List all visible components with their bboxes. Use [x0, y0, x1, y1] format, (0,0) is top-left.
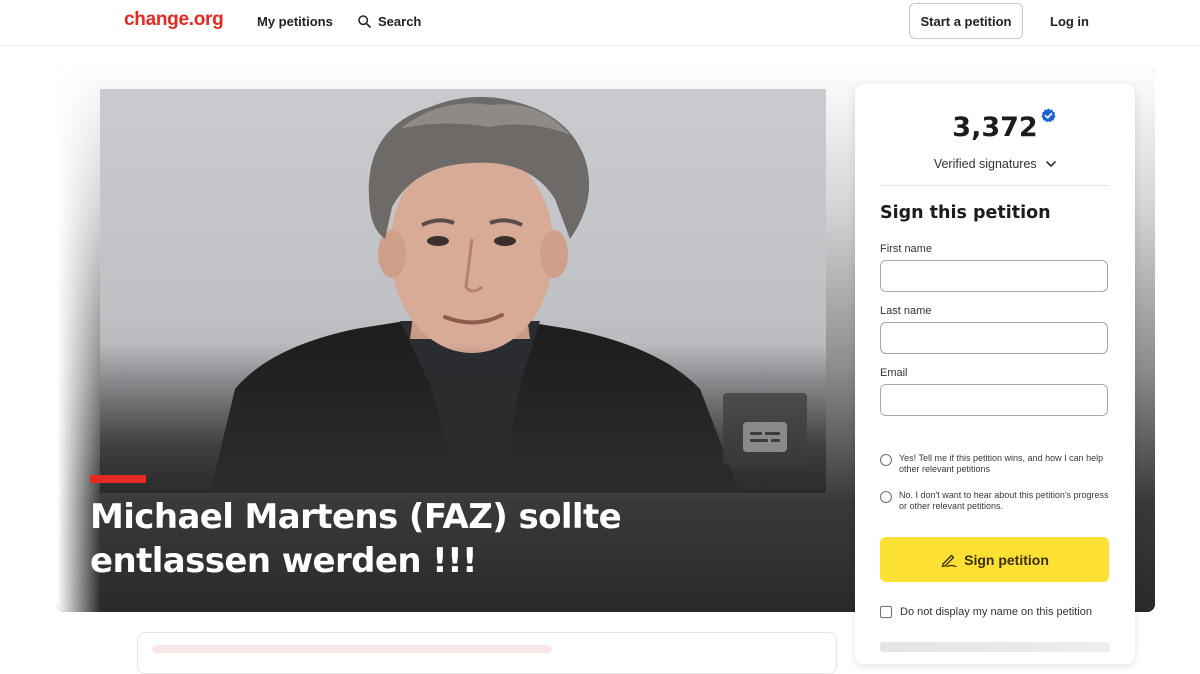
petition-photo — [100, 89, 826, 493]
radio-no-label: No. I don't want to hear about this peti… — [899, 490, 1109, 511]
last-name-field[interactable] — [880, 322, 1108, 354]
radio-yes-label: Yes! Tell me if this petition wins, and … — [899, 453, 1104, 474]
login-link[interactable]: Log in — [1050, 14, 1089, 29]
radio-option-yes[interactable]: Yes! Tell me if this petition wins, and … — [880, 453, 1112, 475]
last-name-label: Last name — [880, 305, 932, 317]
photo-fade-overlay — [100, 343, 826, 493]
hide-name-option[interactable]: Do not display my name on this petition — [880, 606, 1092, 618]
closed-caption-icon[interactable] — [743, 422, 787, 452]
sign-petition-button[interactable]: Sign petition — [880, 537, 1109, 582]
verified-badge-icon — [1041, 108, 1056, 123]
signature-count: 3,372 — [952, 112, 1038, 143]
sign-petition-heading: Sign this petition — [880, 203, 1051, 223]
search-link[interactable]: Search — [358, 14, 421, 29]
verified-signatures-toggle[interactable]: Verified signatures — [855, 157, 1135, 171]
pen-icon — [941, 554, 957, 567]
radio-yes-circle[interactable] — [880, 454, 892, 466]
my-petitions-link[interactable]: My petitions — [257, 14, 333, 29]
content-preview-strip — [152, 645, 552, 653]
search-icon — [358, 15, 371, 28]
petition-content-card — [137, 632, 837, 674]
sign-petition-card: 3,372 Verified signatures Sign this peti… — [855, 84, 1135, 664]
change-org-logo[interactable]: change.org — [124, 9, 224, 31]
email-label: Email — [880, 367, 908, 379]
sign-petition-button-label: Sign petition — [964, 551, 1049, 568]
radio-no-circle[interactable] — [880, 491, 892, 503]
card-divider — [880, 185, 1109, 186]
search-label: Search — [378, 14, 422, 29]
title-accent-bar — [90, 475, 146, 483]
first-name-field[interactable] — [880, 260, 1108, 292]
petition-title: Michael Martens (FAZ) sollte entlassen w… — [90, 497, 622, 581]
first-name-label: First name — [880, 243, 932, 255]
radio-option-no[interactable]: No. I don't want to hear about this peti… — [880, 490, 1112, 512]
start-petition-button[interactable]: Start a petition — [909, 3, 1023, 39]
signature-count-row: 3,372 — [855, 108, 1135, 143]
verified-signatures-label: Verified signatures — [933, 157, 1037, 171]
top-nav: change.org My petitions Search Start a p… — [0, 0, 1200, 46]
hide-name-label: Do not display my name on this petition — [900, 606, 1092, 618]
email-field[interactable] — [880, 384, 1108, 416]
hide-name-checkbox[interactable] — [880, 606, 892, 618]
chevron-down-icon — [1046, 161, 1056, 168]
card-footer-text-cutoff — [880, 642, 1110, 652]
